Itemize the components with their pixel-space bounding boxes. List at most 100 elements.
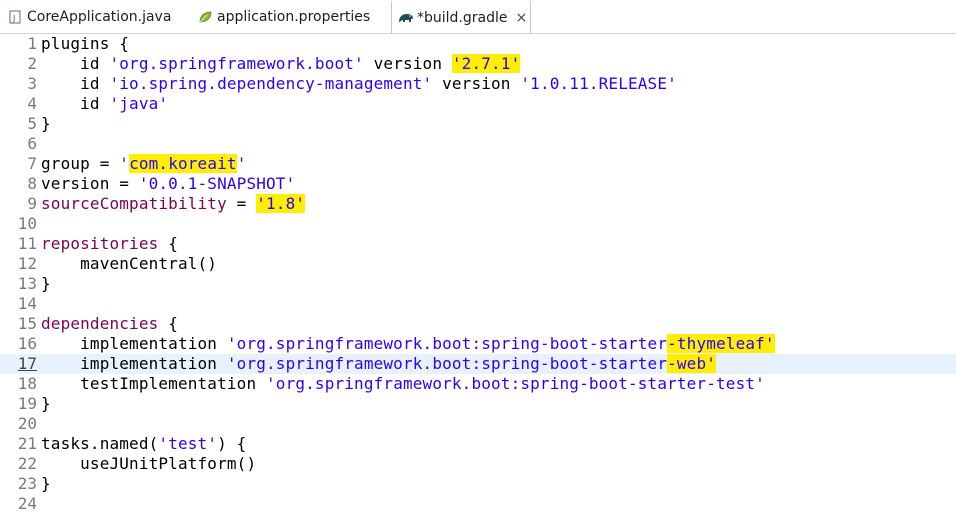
- line-number: 23: [17, 474, 37, 493]
- code-line[interactable]: 10: [0, 214, 956, 234]
- code-token: }: [41, 274, 51, 293]
- tab-label: *build.gradle: [417, 9, 508, 26]
- line-number: 12: [17, 254, 37, 273]
- code-line[interactable]: 22 useJUnitPlatform(): [0, 454, 956, 474]
- code-token: }: [41, 394, 51, 413]
- line-number: 18: [17, 374, 37, 393]
- code-line[interactable]: 24: [0, 494, 956, 514]
- tab-build-gradle[interactable]: *build.gradle ×: [391, 0, 531, 33]
- code-token: -thymeleaf': [667, 334, 775, 353]
- line-number: 11: [17, 234, 37, 253]
- code-text: implementation 'org.springframework.boot…: [41, 354, 717, 374]
- code-line[interactable]: 9 sourceCompatibility = '1.8': [0, 194, 956, 214]
- code-token: version: [432, 74, 521, 93]
- code-line[interactable]: 21 tasks.named('test') {: [0, 434, 956, 454]
- tab-core-application[interactable]: J CoreApplication.java: [8, 0, 194, 33]
- code-line[interactable]: 13}: [0, 274, 956, 294]
- code-line[interactable]: 8 version = '0.0.1-SNAPSHOT': [0, 174, 956, 194]
- tab-label: application.properties: [217, 8, 371, 25]
- editor-tab-bar: J CoreApplication.java application.prope…: [0, 0, 956, 34]
- code-text: }: [41, 114, 51, 134]
- code-line[interactable]: 7 group = 'com.koreait': [0, 154, 956, 174]
- line-number: 16: [17, 334, 37, 353]
- code-line[interactable]: 14: [0, 294, 956, 314]
- code-line[interactable]: 15 dependencies {: [0, 314, 956, 334]
- code-line[interactable]: 20: [0, 414, 956, 434]
- tab-label: CoreApplication.java: [27, 8, 172, 25]
- code-text: testImplementation 'org.springframework.…: [41, 374, 765, 394]
- code-token: }: [41, 474, 51, 493]
- line-number: 15: [17, 314, 37, 333]
- code-line[interactable]: 19}: [0, 394, 956, 414]
- line-number: 3: [27, 74, 37, 93]
- code-token: id: [41, 74, 110, 93]
- code-text: implementation 'org.springframework.boot…: [41, 334, 775, 354]
- code-token: version =: [41, 174, 139, 193]
- code-line[interactable]: 2 id 'org.springframework.boot' version …: [0, 54, 956, 74]
- code-text: group = 'com.koreait': [41, 154, 246, 174]
- code-token: id: [41, 94, 110, 113]
- properties-leaf-icon: [198, 10, 212, 24]
- code-token: {: [158, 234, 178, 253]
- code-line[interactable]: 17 implementation 'org.springframework.b…: [0, 354, 956, 374]
- code-token: 'test': [158, 434, 218, 453]
- code-token: {: [158, 314, 178, 333]
- code-token: 'org.springframework.boot:spring-boot-st…: [266, 374, 765, 393]
- code-token: '1.8': [256, 194, 306, 213]
- code-line[interactable]: 16 implementation 'org.springframework.b…: [0, 334, 956, 354]
- code-token: implementation: [41, 354, 227, 373]
- code-token: testImplementation: [41, 374, 267, 393]
- code-line[interactable]: 4 id 'java': [0, 94, 956, 114]
- code-token: repositories: [41, 234, 159, 253]
- line-number: 22: [17, 454, 37, 473]
- code-line[interactable]: 23}: [0, 474, 956, 494]
- line-number: 7: [27, 154, 37, 173]
- code-token: 'io.spring.dependency-management': [109, 74, 433, 93]
- code-text: version = '0.0.1-SNAPSHOT': [41, 174, 295, 194]
- line-number: 10: [17, 214, 37, 233]
- code-token: '0.0.1-SNAPSHOT': [138, 174, 296, 193]
- code-text: id 'org.springframework.boot' version '2…: [41, 54, 521, 74]
- code-text: plugins {: [41, 34, 129, 54]
- code-line[interactable]: 12 mavenCentral(): [0, 254, 956, 274]
- code-line[interactable]: 3 id 'io.spring.dependency-management' v…: [0, 74, 956, 94]
- code-line[interactable]: 1 plugins {: [0, 34, 956, 54]
- code-token: tasks.named(: [41, 434, 159, 453]
- line-number: 5: [27, 114, 37, 133]
- code-token: '2.7.1': [451, 54, 521, 73]
- code-token: dependencies: [41, 314, 159, 333]
- line-number: 1: [27, 34, 37, 53]
- line-number: 13: [17, 274, 37, 293]
- code-line[interactable]: 11 repositories {: [0, 234, 956, 254]
- close-tab-icon[interactable]: ×: [516, 10, 528, 26]
- code-line[interactable]: 5}: [0, 114, 956, 134]
- code-text: }: [41, 274, 51, 294]
- code-editor[interactable]: 1 plugins {2 id 'org.springframework.boot…: [0, 34, 956, 521]
- code-text: dependencies {: [41, 314, 178, 334]
- code-text: }: [41, 394, 51, 414]
- tab-application-properties[interactable]: application.properties: [198, 0, 388, 33]
- code-token: group =: [41, 154, 120, 173]
- code-text: }: [41, 474, 51, 494]
- code-token: 'org.springframework.boot': [109, 54, 364, 73]
- code-text: useJUnitPlatform(): [41, 454, 256, 474]
- code-token: version: [363, 54, 452, 73]
- gradle-elephant-icon: [398, 11, 413, 25]
- code-text: id 'java': [41, 94, 168, 114]
- code-token: }: [41, 114, 51, 133]
- code-text: mavenCentral(): [41, 254, 217, 274]
- code-token: plugins {: [41, 34, 130, 53]
- java-file-icon: J: [8, 10, 22, 24]
- code-line[interactable]: 6: [0, 134, 956, 154]
- code-token: 'java': [109, 94, 169, 113]
- code-text: repositories {: [41, 234, 178, 254]
- code-line[interactable]: 18 testImplementation 'org.springframewo…: [0, 374, 956, 394]
- code-token: ': [119, 154, 130, 173]
- line-number: 19: [17, 394, 37, 413]
- code-token: =: [226, 194, 257, 213]
- code-token: useJUnitPlatform(): [41, 454, 257, 473]
- line-number: 21: [17, 434, 37, 453]
- code-token: ) {: [217, 434, 247, 453]
- line-number: 6: [27, 134, 37, 153]
- code-token: id: [41, 54, 110, 73]
